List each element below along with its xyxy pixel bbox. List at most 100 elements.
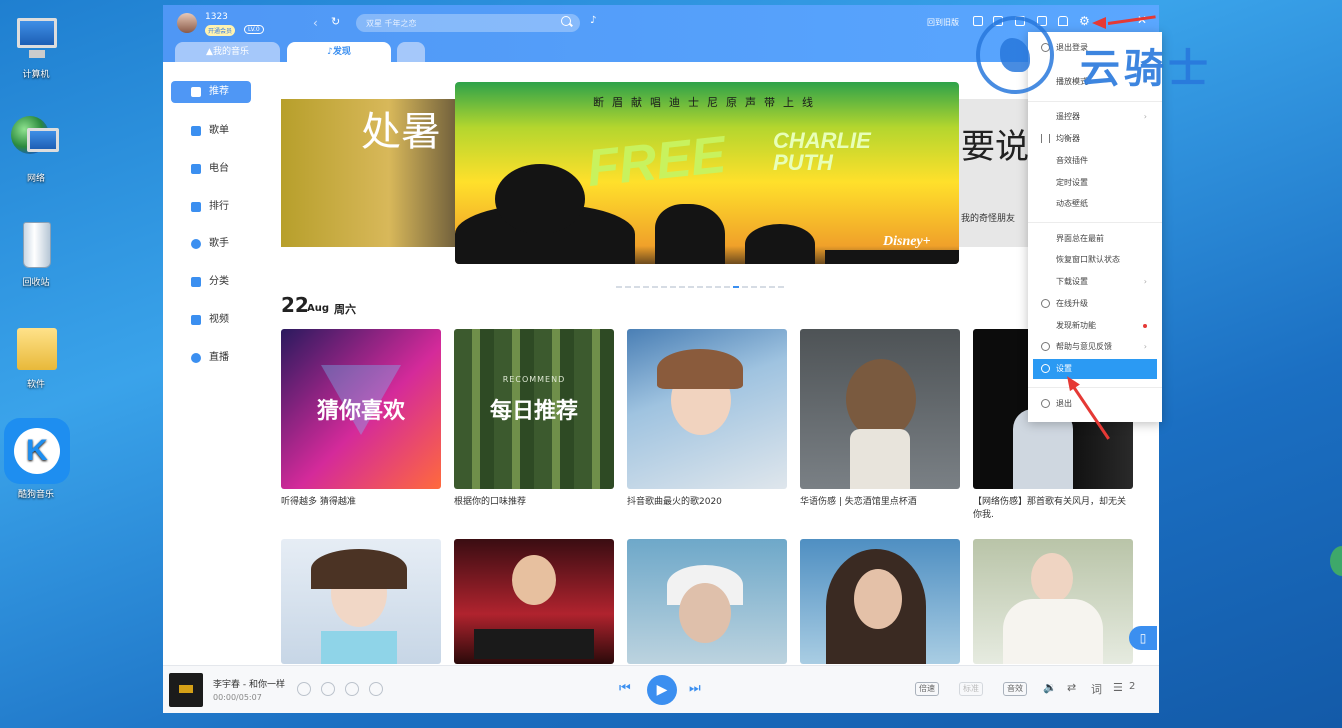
quality-button[interactable]: 标准: [959, 682, 983, 696]
menu-item-download-settings[interactable]: 下载设置 ›: [1033, 272, 1157, 292]
old-version-link[interactable]: 回到旧版: [927, 17, 959, 28]
menu-item-wallpaper[interactable]: 动态壁纸: [1033, 194, 1157, 214]
menu-item-timer[interactable]: 定时设置: [1033, 173, 1157, 193]
banner-pagination[interactable]: [616, 273, 787, 292]
menu-item-restore-window[interactable]: 恢复窗口默认状态: [1033, 250, 1157, 270]
menu-item-equalizer[interactable]: 均衡器: [1033, 129, 1157, 149]
avatar[interactable]: [177, 13, 197, 33]
playlist-caption[interactable]: 【网络伤感】那首歌有关风月，却无关你我.: [973, 496, 1133, 522]
sidebar-item-video[interactable]: 视频: [171, 309, 251, 331]
playlist-caption[interactable]: 抖音歌曲最火的歌2020: [627, 496, 787, 509]
menu-item-settings[interactable]: 设置: [1033, 359, 1157, 379]
playlist-card[interactable]: [973, 539, 1133, 664]
notification-dot: [1143, 324, 1147, 328]
player-bar: 李宇春 - 和你一样 00:00/05:07 ⏮ ▶ ⏭ 倍速 标准 音效 🔉 …: [163, 665, 1159, 713]
speed-button[interactable]: 倍速: [915, 682, 939, 696]
username[interactable]: 1323: [205, 12, 228, 22]
gear-icon[interactable]: ⚙: [1079, 14, 1090, 28]
menu-item-online-upgrade[interactable]: 在线升级: [1033, 294, 1157, 314]
playlist-card[interactable]: 抖音歌曲最火的歌2020: [627, 329, 787, 509]
tab-my-music[interactable]: ▲我的音乐: [175, 42, 280, 62]
play-button[interactable]: ▶: [647, 675, 677, 705]
screen-icon[interactable]: [973, 16, 983, 26]
song-title[interactable]: 李宇春 - 和你一样: [213, 677, 285, 690]
refresh-icon[interactable]: ↻: [331, 15, 340, 28]
heart-icon[interactable]: [297, 682, 311, 696]
playlist-card[interactable]: RECOMMEND 每日推荐 根据你的口味推荐: [454, 329, 614, 509]
menu-item-new-features[interactable]: 发现新功能: [1033, 316, 1157, 336]
menu-item-remote[interactable]: 遥控器 ›: [1033, 107, 1157, 127]
ground-silhouette: [825, 250, 959, 264]
desktop-icon-recycle-bin[interactable]: 回收站: [4, 218, 68, 288]
desktop-icon-kugou[interactable]: K 酷狗音乐: [4, 418, 70, 500]
more-icon[interactable]: [369, 682, 383, 696]
back-icon[interactable]: ‹: [313, 16, 318, 30]
skin-icon[interactable]: [1058, 16, 1068, 26]
sidebar-item-radio[interactable]: 电台: [171, 158, 251, 180]
queue-count[interactable]: 2: [1129, 681, 1135, 692]
menu-item-always-on-top[interactable]: 界面总在最前: [1033, 229, 1157, 249]
tab-label: 我的音乐: [212, 47, 249, 57]
sidebar-item-live[interactable]: 直播: [171, 347, 251, 369]
annotation-arrow-head: [1092, 17, 1106, 29]
search-input[interactable]: [356, 14, 580, 32]
playlist-card[interactable]: [281, 539, 441, 664]
user-icon: ▲: [206, 47, 213, 57]
lyrics-button[interactable]: 词: [1091, 681, 1102, 697]
playlist-caption[interactable]: 听得越多 猜得越准: [281, 496, 441, 509]
banner-left[interactable]: 处暑: [281, 99, 461, 247]
previous-icon[interactable]: ⏮: [619, 681, 631, 696]
album-cover[interactable]: [169, 673, 203, 707]
settings-icon: [1041, 364, 1050, 373]
desktop-icon-software[interactable]: 软件: [4, 320, 68, 390]
playlist-overlay-subtitle: RECOMMEND: [502, 375, 566, 384]
desktop-icon-network[interactable]: 网络: [4, 114, 68, 184]
chevron-right-icon: ›: [1143, 342, 1147, 351]
playlist-overlay-title: 每日推荐: [489, 399, 578, 424]
playlist-card[interactable]: [800, 539, 960, 664]
playlist-card[interactable]: 华语伤感 | 失恋酒馆里点杯酒: [800, 329, 960, 509]
music-note-icon: [191, 87, 201, 97]
search-icon[interactable]: [561, 16, 571, 26]
phone-icon[interactable]: ▯: [1129, 626, 1157, 650]
comment-icon[interactable]: [345, 682, 359, 696]
playlist-cover: RECOMMEND 每日推荐: [454, 329, 614, 489]
playlist-card[interactable]: [627, 539, 787, 664]
banner-main[interactable]: 断眉献唱迪士尼原声带上线 FREE CHARLIE PUTH Disney+: [455, 82, 959, 264]
listen-recognize-icon[interactable]: ♪: [590, 15, 596, 26]
playlist-cover: [627, 329, 787, 489]
menu-item-effect-plugin[interactable]: 音效插件: [1033, 151, 1157, 171]
menu-item-help-feedback[interactable]: 帮助与意见反馈 ›: [1033, 337, 1157, 357]
playlist-caption[interactable]: 根据你的口味推荐: [454, 496, 614, 509]
sidebar-item-ranking[interactable]: 排行: [171, 196, 251, 218]
level-badge: LV.0: [244, 25, 264, 34]
playlist-icon: [191, 126, 201, 136]
equalizer-icon: [1041, 134, 1050, 143]
volume-icon[interactable]: 🔉: [1043, 681, 1057, 694]
desktop-icon-label: 回收站: [22, 278, 50, 288]
banner-right[interactable]: 要说 我的奇怪朋友: [957, 99, 1037, 247]
tab-discover[interactable]: ♪发现: [287, 42, 391, 62]
singer-icon: [191, 239, 201, 249]
menu-item-exit[interactable]: 退出: [1033, 394, 1157, 414]
sidebar-item-category[interactable]: 分类: [171, 271, 251, 293]
tab-extra[interactable]: [397, 42, 425, 62]
sidebar-item-recommend[interactable]: 推荐: [171, 81, 251, 103]
desktop-icon-computer[interactable]: 计算机: [4, 10, 68, 80]
playlist-card[interactable]: 猜你喜欢 听得越多 猜得越准: [281, 329, 441, 509]
category-icon: [191, 277, 201, 287]
queue-icon[interactable]: ☰: [1113, 681, 1123, 694]
tree-silhouette: [495, 164, 585, 234]
download-icon[interactable]: [321, 682, 335, 696]
effect-button[interactable]: 音效: [1003, 682, 1027, 696]
vip-badge[interactable]: 开通会员: [205, 25, 236, 36]
playlist-caption[interactable]: 华语伤感 | 失恋酒馆里点杯酒: [800, 496, 960, 509]
playlist-card[interactable]: [454, 539, 614, 664]
date-month: Aug: [307, 303, 330, 314]
banner-right-title: 要说: [961, 127, 1029, 167]
floating-badge[interactable]: [1330, 546, 1342, 576]
next-icon[interactable]: ⏭: [689, 681, 701, 696]
sidebar-item-singers[interactable]: 歌手: [171, 233, 251, 255]
loop-icon[interactable]: ⇄: [1067, 681, 1076, 694]
sidebar-item-playlists[interactable]: 歌单: [171, 120, 251, 142]
